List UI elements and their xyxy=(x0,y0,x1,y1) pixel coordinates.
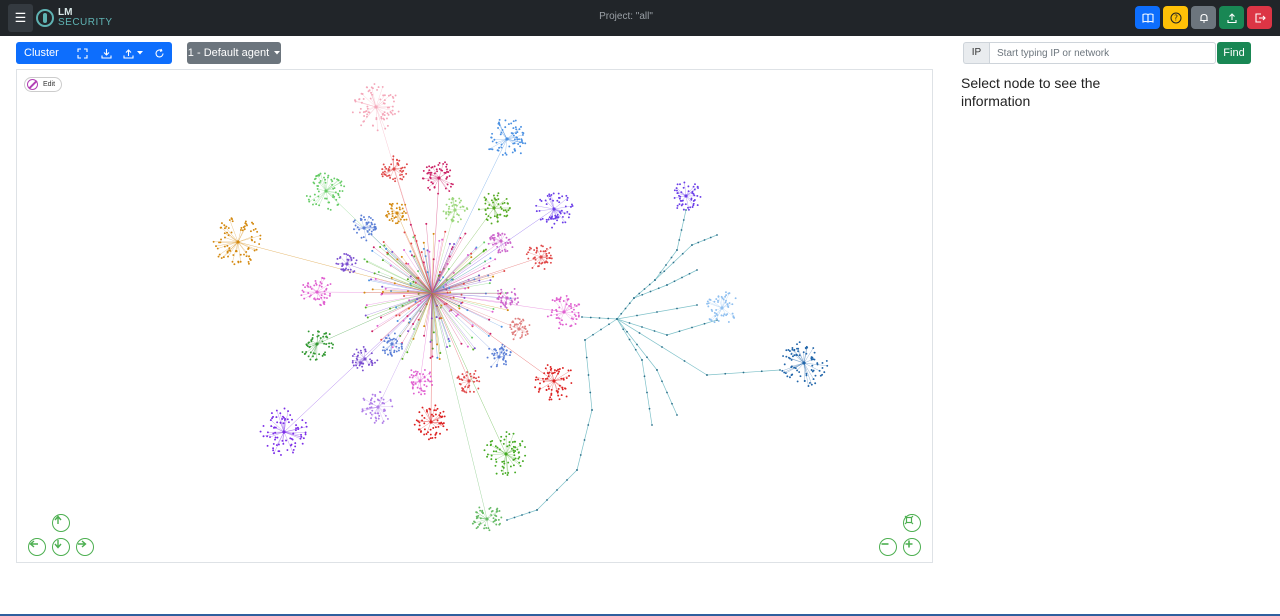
ip-prefix-label: IP xyxy=(963,42,989,64)
pan-left-button[interactable] xyxy=(28,538,46,556)
book-icon xyxy=(1141,12,1154,23)
minus-icon xyxy=(881,543,889,545)
find-button[interactable]: Find xyxy=(1217,42,1251,64)
arrow-right-icon xyxy=(78,540,87,548)
download-button[interactable] xyxy=(95,42,119,64)
upload-dropdown-button[interactable] xyxy=(119,42,148,64)
logout-icon xyxy=(1254,12,1266,23)
download-icon xyxy=(101,48,113,59)
pencil-icon xyxy=(27,79,38,90)
refresh-button[interactable] xyxy=(148,42,172,64)
arrow-down-icon xyxy=(54,540,62,549)
bell-icon xyxy=(1199,13,1208,23)
question-icon: ? xyxy=(1170,12,1181,23)
docs-button[interactable] xyxy=(1135,6,1160,29)
plus-icon xyxy=(905,540,913,548)
network-graph-canvas[interactable]: Edit xyxy=(16,69,933,563)
edit-label: Edit xyxy=(43,81,56,88)
upload-icon xyxy=(1226,12,1237,23)
caret-down-icon xyxy=(274,51,281,55)
pan-up-button[interactable] xyxy=(52,514,70,532)
fullscreen-button[interactable] xyxy=(71,42,95,64)
refresh-icon xyxy=(155,48,164,57)
caret-down-icon xyxy=(137,51,144,55)
upload-icon xyxy=(123,48,135,59)
pan-right-button[interactable] xyxy=(76,538,94,556)
zoom-fit-button[interactable] xyxy=(903,514,921,532)
cluster-button[interactable]: Cluster xyxy=(24,47,59,59)
help-button[interactable]: ? xyxy=(1163,6,1188,29)
logout-button[interactable] xyxy=(1247,6,1272,29)
fullscreen-icon xyxy=(77,47,88,59)
agent-dropdown[interactable]: 1 - Default agent xyxy=(187,42,281,64)
project-label: Project: "all" xyxy=(599,11,653,22)
ip-search-input[interactable] xyxy=(989,42,1216,64)
zoom-out-button[interactable] xyxy=(879,538,897,556)
top-navbar: ☰ LM SECURITY Project: "all" ? xyxy=(0,0,1280,36)
svg-text:?: ? xyxy=(1174,13,1178,22)
fit-icon xyxy=(904,515,914,525)
pan-down-button[interactable] xyxy=(52,538,70,556)
zoom-in-button[interactable] xyxy=(903,538,921,556)
node-info-message: Select node to see the information xyxy=(961,75,1101,109)
network-graph[interactable] xyxy=(17,70,932,562)
ip-search-group: IP xyxy=(963,42,1216,64)
upload-button[interactable] xyxy=(1219,6,1244,29)
arrow-up-icon xyxy=(54,515,62,524)
arrow-left-icon xyxy=(29,540,38,548)
notifications-button[interactable] xyxy=(1191,6,1216,29)
agent-dropdown-label: 1 - Default agent xyxy=(187,47,270,59)
graph-toolbar: Cluster xyxy=(16,42,172,64)
edit-button[interactable]: Edit xyxy=(24,77,63,92)
